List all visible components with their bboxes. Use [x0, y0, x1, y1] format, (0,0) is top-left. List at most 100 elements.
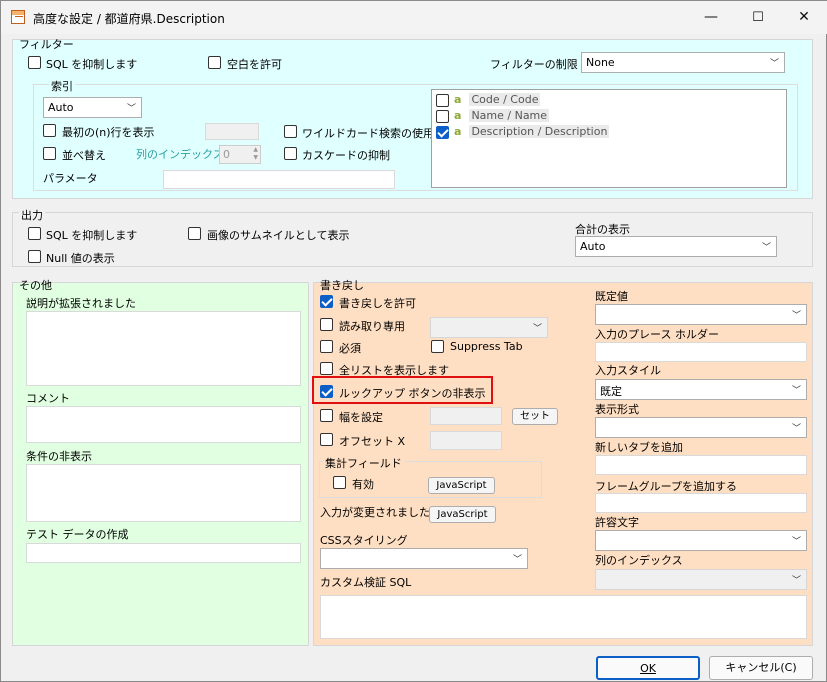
offset-x-checkbox[interactable]: [320, 433, 333, 446]
on-change-javascript-button[interactable]: JavaScript: [429, 506, 496, 523]
col-index-label: 列のインデックス: [595, 554, 683, 567]
set-width-checkbox[interactable]: [320, 409, 333, 422]
hide-condition-label: 条件の非表示: [26, 450, 92, 463]
allow-blank-label: 空白を許可: [227, 58, 282, 71]
width-input[interactable]: [430, 407, 502, 425]
on-change-label: 入力が変更されました: [320, 506, 430, 519]
title-bar: 高度な設定 / 都道府県.Description — ☐ ✕: [1, 1, 827, 34]
frame-group-input[interactable]: [595, 493, 807, 513]
allowed-chars-label: 許容文字: [595, 516, 639, 529]
col-index-select[interactable]: ﹀: [595, 569, 807, 590]
wildcard-label: ワイルドカード検索の使用: [302, 127, 434, 140]
suppress-tab-checkbox[interactable]: [431, 340, 444, 353]
agg-javascript-button[interactable]: JavaScript: [428, 477, 495, 494]
text-field-icon: a: [454, 93, 462, 106]
minimize-button[interactable]: —: [688, 1, 734, 34]
list-item-checkbox[interactable]: [436, 94, 449, 107]
input-style-value: 既定: [600, 385, 622, 398]
cancel-button[interactable]: キャンセル(C): [709, 656, 813, 680]
custom-sql-input[interactable]: [320, 595, 807, 639]
test-data-input[interactable]: [26, 543, 301, 563]
chevron-down-icon: ﹀: [791, 386, 801, 396]
offset-x-input[interactable]: [430, 431, 502, 450]
chevron-down-icon: ﹀: [126, 104, 136, 114]
readonly-select[interactable]: ﹀: [430, 317, 548, 338]
desc-expanded-input[interactable]: [26, 311, 301, 386]
hide-condition-input[interactable]: [26, 464, 301, 522]
first-n-input[interactable]: [205, 123, 259, 140]
filter-column-list[interactable]: a Code / Code a Name / Name a Description /…: [431, 89, 787, 188]
sort-checkbox[interactable]: [43, 147, 56, 160]
custom-sql-label: カスタム検証 SQL: [320, 576, 412, 589]
allow-writeback-checkbox[interactable]: [320, 295, 333, 308]
hide-lookup-label: ルックアップ ボタンの非表示: [339, 387, 486, 400]
comment-input[interactable]: [26, 406, 301, 443]
test-data-label: テスト データの作成: [26, 528, 129, 541]
agg-subgroup-title: 集計フィールド: [323, 455, 404, 471]
params-input[interactable]: [163, 170, 395, 189]
set-button[interactable]: セット: [512, 408, 558, 425]
total-select[interactable]: Auto ﹀: [575, 236, 777, 257]
list-item[interactable]: a Name / Name: [454, 109, 550, 122]
allow-blank-checkbox[interactable]: [208, 56, 221, 69]
cascade-label: カスケードの抑制: [302, 149, 390, 162]
offset-x-label: オフセット X: [339, 435, 406, 448]
list-item[interactable]: a Code / Code: [454, 93, 541, 106]
css-select[interactable]: ﹀: [320, 548, 528, 569]
column-index-stepper[interactable]: 0 ▲ ▼: [219, 145, 261, 164]
chevron-down-icon: ﹀: [791, 424, 801, 434]
allow-writeback-label: 書き戻しを許可: [339, 297, 416, 310]
list-item-checkbox[interactable]: [436, 126, 449, 139]
cascade-checkbox[interactable]: [284, 147, 297, 160]
hide-lookup-checkbox[interactable]: [320, 385, 333, 398]
output-sql-suppress-checkbox[interactable]: [28, 227, 41, 240]
other-group-title: その他: [19, 279, 52, 292]
thumbnail-checkbox[interactable]: [188, 227, 201, 240]
new-tab-input[interactable]: [595, 455, 807, 475]
list-item-checkbox[interactable]: [436, 110, 449, 123]
desc-expanded-label: 説明が拡張されました: [26, 297, 136, 310]
text-field-icon: a: [454, 109, 462, 122]
input-style-select[interactable]: 既定 ﹀: [595, 379, 807, 400]
maximize-button[interactable]: ☐: [735, 1, 781, 34]
chevron-down-icon: ﹀: [532, 324, 542, 334]
filter-limit-select[interactable]: None ﹀: [581, 52, 785, 73]
wildcard-checkbox[interactable]: [284, 125, 297, 138]
readonly-checkbox[interactable]: [320, 318, 333, 331]
css-label: CSSスタイリング: [320, 534, 408, 547]
placeholder-input[interactable]: [595, 342, 807, 362]
null-show-checkbox[interactable]: [28, 250, 41, 263]
index-value: Auto: [48, 101, 74, 114]
thumbnail-label: 画像のサムネイルとして表示: [207, 229, 350, 242]
window-title: 高度な設定 / 都道府県.Description: [33, 12, 225, 26]
output-group-title: 出力: [19, 207, 45, 223]
show-all-checkbox[interactable]: [320, 362, 333, 375]
close-button[interactable]: ✕: [781, 1, 827, 34]
show-first-n-checkbox[interactable]: [43, 124, 56, 137]
app-icon: [11, 10, 25, 24]
show-first-n-label: 最初の(n)行を表示: [62, 126, 155, 139]
allowed-chars-select[interactable]: ﹀: [595, 530, 807, 551]
frame-group-label: フレームグループを追加する: [595, 480, 738, 493]
params-label: パラメータ: [43, 172, 98, 185]
text-field-icon: a: [454, 125, 462, 138]
filter-sql-suppress-label: SQL を抑制します: [46, 58, 138, 71]
required-checkbox[interactable]: [320, 340, 333, 353]
index-subgroup-title: 索引: [49, 78, 75, 94]
default-value-select[interactable]: ﹀: [595, 304, 807, 325]
filter-limit-value: None: [586, 56, 615, 69]
filter-limit-label: フィルターの制限: [490, 58, 578, 71]
comment-label: コメント: [26, 392, 70, 405]
index-select[interactable]: Auto ﹀: [43, 97, 142, 118]
ok-button[interactable]: OK: [596, 656, 700, 680]
display-format-label: 表示形式: [595, 403, 639, 416]
agg-enabled-checkbox[interactable]: [333, 476, 346, 489]
required-label: 必須: [339, 342, 361, 355]
chevron-down-icon: ﹀: [761, 243, 771, 253]
list-item[interactable]: a Description / Description: [454, 125, 610, 138]
filter-sql-suppress-checkbox[interactable]: [28, 56, 41, 69]
input-style-label: 入力スタイル: [595, 364, 661, 377]
placeholder-label: 入力のプレース ホルダー: [595, 328, 719, 341]
sort-label: 並べ替え: [62, 149, 106, 162]
display-format-select[interactable]: ﹀: [595, 417, 807, 438]
